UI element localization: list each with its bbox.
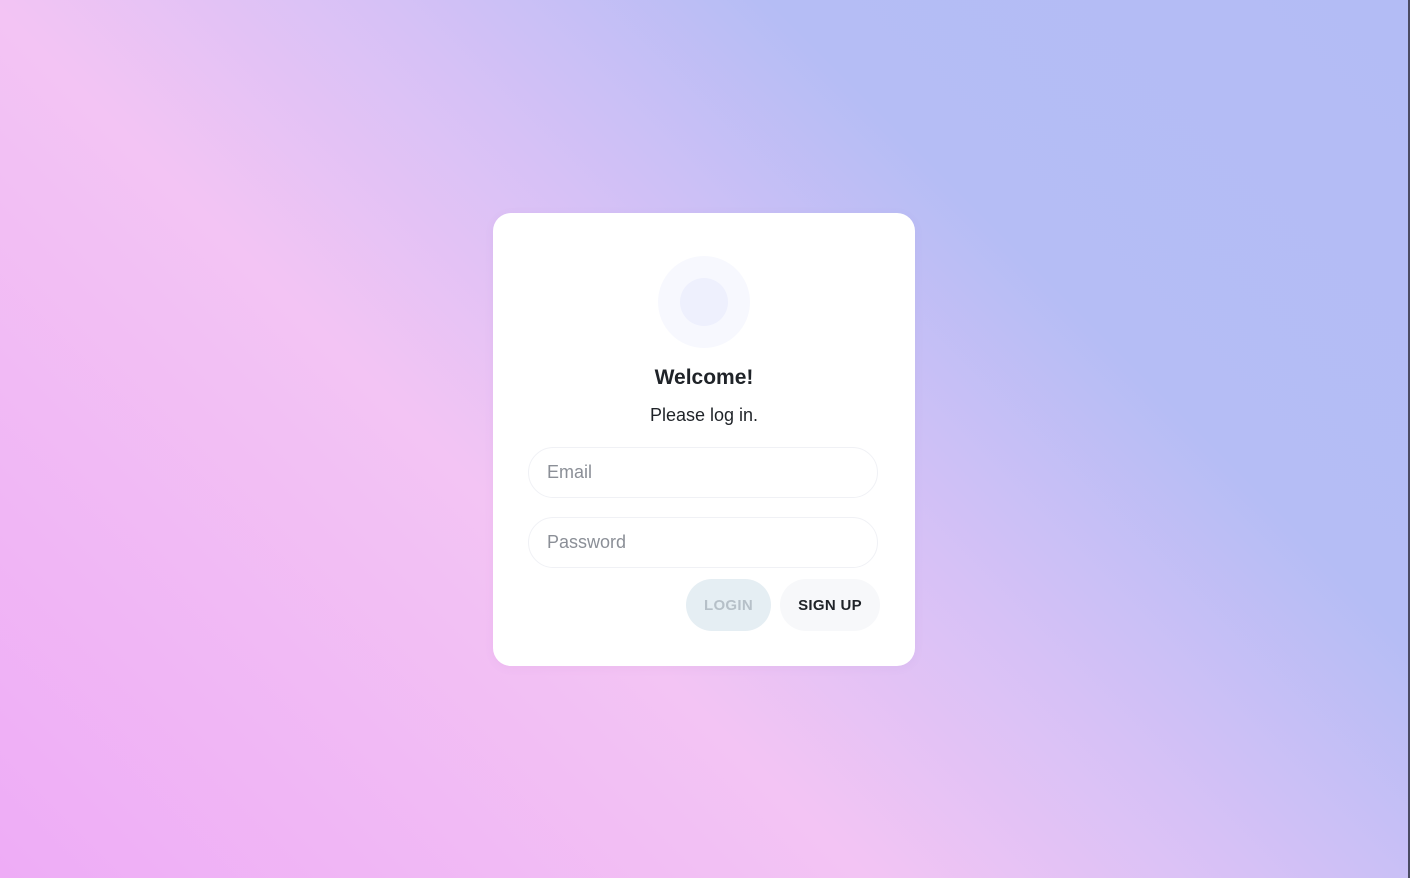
email-field[interactable] (528, 447, 878, 498)
page-title: Welcome! (654, 366, 754, 389)
password-field[interactable] (528, 517, 878, 568)
signup-button[interactable]: SIGN UP (780, 579, 880, 631)
avatar-icon (680, 278, 728, 326)
avatar (658, 256, 750, 348)
login-button[interactable]: LOGIN (686, 579, 771, 631)
page-subtitle: Please log in. (649, 405, 759, 425)
login-card: Welcome! Please log in. LOGIN SIGN UP (493, 213, 915, 666)
